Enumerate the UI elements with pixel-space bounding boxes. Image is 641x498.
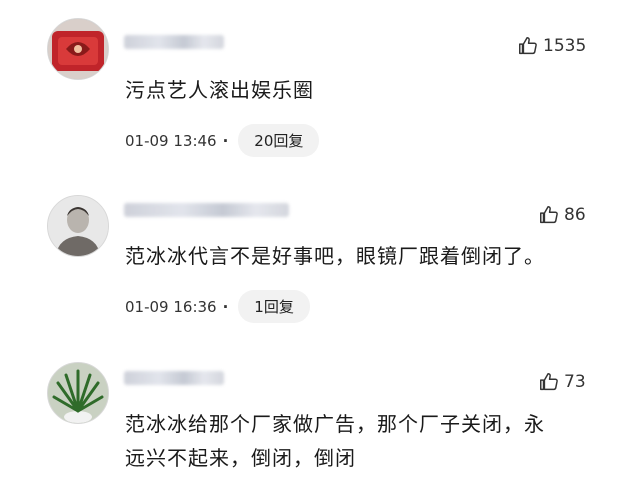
thumbs-up-icon (519, 37, 537, 55)
comment-text: 污点艺人滚出娱乐圈 (125, 78, 314, 102)
comment-text-line-1: 范冰冰给那个厂家做广告，那个厂子关闭，永 (125, 412, 545, 436)
comment-text-line-2: 远兴不起来，倒闭，倒闭 (125, 446, 356, 470)
like-count: 1535 (543, 36, 587, 56)
username-blurred (124, 35, 224, 49)
avatar-image (48, 196, 108, 256)
comment-meta: 01-09 16:36 · 1回复 (125, 290, 310, 323)
avatar-image (48, 363, 108, 423)
avatar[interactable] (47, 18, 109, 80)
thumbs-up-icon (540, 373, 558, 391)
separator-dot: · (222, 297, 229, 316)
avatar[interactable] (47, 362, 109, 424)
avatar[interactable] (47, 195, 109, 257)
like-count: 73 (564, 372, 586, 392)
timestamp: 01-09 16:36 (125, 297, 217, 316)
comment-text: 范冰冰代言不是好事吧，眼镜厂跟着倒闭了。 (125, 244, 545, 268)
username-blurred (124, 371, 224, 385)
username-blurred (124, 203, 289, 217)
like-button[interactable]: 1535 (517, 35, 586, 57)
like-button[interactable]: 73 (538, 371, 586, 393)
like-count: 86 (564, 205, 586, 225)
separator-dot: · (222, 131, 229, 150)
timestamp: 01-09 13:46 (125, 131, 217, 150)
reply-count-button[interactable]: 1回复 (238, 290, 310, 323)
comment-meta: 01-09 13:46 · 20回复 (125, 124, 320, 157)
thumbs-up-icon (540, 206, 558, 224)
like-button[interactable]: 86 (538, 204, 586, 226)
avatar-image (48, 19, 108, 79)
reply-count-button[interactable]: 20回复 (238, 124, 320, 157)
